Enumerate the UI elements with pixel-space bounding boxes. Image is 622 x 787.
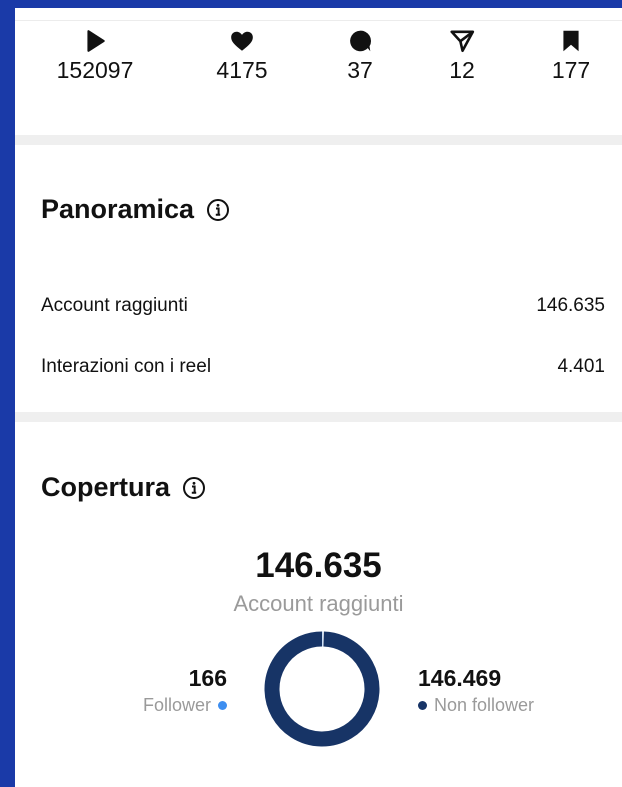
section-divider <box>15 135 622 145</box>
overview-title-text: Panoramica <box>41 194 195 224</box>
stat-saves: 177 <box>521 28 621 84</box>
reach-donut-chart <box>264 631 380 747</box>
comment-icon <box>310 28 410 56</box>
info-icon[interactable] <box>206 198 230 222</box>
non-followers-legend: Non follower <box>418 695 534 716</box>
donut-slice-non-follower <box>264 631 380 747</box>
overview-row-reel-interactions[interactable]: Interazioni con i reel 4.401 <box>41 356 605 384</box>
info-icon[interactable] <box>182 476 206 500</box>
row-value: 4.401 <box>557 356 605 377</box>
bookmark-icon <box>521 28 621 56</box>
row-label: Interazioni con i reel <box>41 356 212 377</box>
reach-total-label: Account raggiunti <box>233 591 404 616</box>
play-icon <box>45 28 145 56</box>
row-value: 146.635 <box>536 295 605 316</box>
stat-plays: 152097 <box>45 28 145 84</box>
non-followers-label: Non follower <box>434 695 535 715</box>
stat-plays-value: 152097 <box>56 57 134 83</box>
non-followers-dot <box>418 701 427 710</box>
stat-saves-value: 177 <box>551 57 591 83</box>
heart-icon <box>192 28 292 56</box>
followers-dot <box>218 701 227 710</box>
reach-title-text: Copertura <box>41 472 171 502</box>
followers-label: Follower <box>142 695 211 715</box>
reach-title: Copertura <box>41 472 206 503</box>
stat-comments-value: 37 <box>347 57 373 83</box>
overview-row-accounts-reached[interactable]: Account raggiunti 146.635 <box>41 295 605 323</box>
share-icon <box>412 28 512 56</box>
section-divider <box>15 412 622 422</box>
followers-legend: Follower <box>143 695 227 716</box>
stat-likes-value: 4175 <box>216 57 268 83</box>
followers-value: 166 <box>188 665 227 691</box>
stat-shares-value: 12 <box>449 57 475 83</box>
overview-title: Panoramica <box>41 194 230 225</box>
top-divider <box>15 20 622 21</box>
insights-panel: 152097 4175 37 12 177 Panoramica Account… <box>15 8 622 787</box>
row-label: Account raggiunti <box>41 295 188 316</box>
non-followers-value: 146.469 <box>418 665 502 691</box>
stat-likes: 4175 <box>192 28 292 84</box>
reel-stats-bar: 152097 4175 37 12 177 <box>15 28 622 98</box>
reach-total: 146.635 <box>255 546 382 585</box>
stat-shares: 12 <box>412 28 512 84</box>
stat-comments: 37 <box>310 28 410 84</box>
